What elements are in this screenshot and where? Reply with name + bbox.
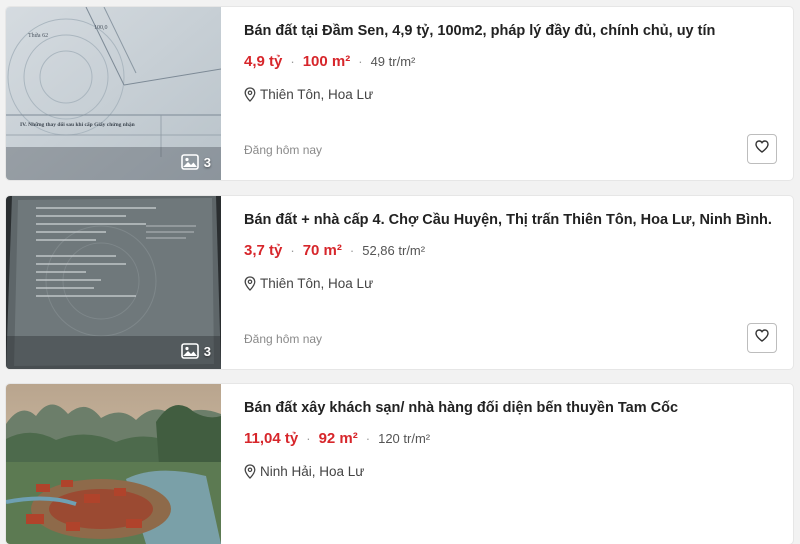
- listing-card[interactable]: 3 Bán đất + nhà cấp 4. Chợ Cầu Huyện, Th…: [6, 196, 793, 369]
- photo-count-value: 3: [203, 343, 211, 359]
- location-text: Thiên Tôn, Hoa Lư: [260, 276, 374, 291]
- listing-price-per-m2: 52,86 tr/m²: [362, 243, 426, 258]
- location-pin-icon: [244, 464, 256, 479]
- listing-thumbnail[interactable]: 3: [6, 196, 221, 369]
- svg-text:IV. Những thay đổi sau khi cấp: IV. Những thay đổi sau khi cấp Giấy chứn…: [20, 121, 135, 128]
- listing-thumbnail[interactable]: Thửa 62 100,0 IV. Những thay đổi sau khi…: [6, 7, 221, 180]
- image-icon: [180, 343, 199, 359]
- posted-time: Đăng hôm nay: [244, 332, 323, 346]
- separator-dot: ·: [358, 54, 363, 69]
- listing-card[interactable]: Bán đất xây khách sạn/ nhà hàng đối diện…: [6, 384, 793, 544]
- heart-icon: [755, 329, 769, 347]
- location-text: Ninh Hải, Hoa Lư: [260, 464, 365, 479]
- listing-card[interactable]: Thửa 62 100,0 IV. Những thay đổi sau khi…: [6, 7, 793, 180]
- listing-price: 3,7 tỷ: [244, 242, 283, 259]
- photo-count-value: 3: [203, 154, 211, 170]
- price-row: 3,7 tỷ · 70 m² · 52,86 tr/m²: [244, 242, 425, 259]
- listing-title[interactable]: Bán đất xây khách sạn/ nhà hàng đối diện…: [244, 400, 678, 416]
- svg-text:100,0: 100,0: [94, 25, 108, 31]
- location-pin-icon: [244, 87, 256, 102]
- separator-dot: ·: [349, 243, 355, 258]
- save-listing-button[interactable]: [747, 323, 777, 353]
- posted-time: Đăng hôm nay: [244, 143, 323, 157]
- location-text: Thiên Tôn, Hoa Lư: [260, 87, 374, 102]
- separator-dot: ·: [290, 243, 295, 258]
- save-listing-button[interactable]: [747, 134, 777, 164]
- listing-area: 70 m²: [302, 242, 342, 259]
- location-pin-icon: [244, 276, 256, 291]
- listing-title[interactable]: Bán đất tại Đầm Sen, 4,9 tỷ, 100m2, pháp…: [244, 23, 715, 39]
- listing-price: 4,9 tỷ: [244, 53, 283, 70]
- price-row: 11,04 tỷ · 92 m² · 120 tr/m²: [244, 430, 430, 447]
- image-icon: [180, 154, 199, 170]
- tam-coc-landscape-image: [6, 384, 221, 544]
- listing-area: 92 m²: [318, 430, 358, 447]
- listing-thumbnail[interactable]: [6, 384, 221, 544]
- listing-price-per-m2: 120 tr/m²: [378, 431, 431, 446]
- separator-dot: ·: [365, 431, 371, 446]
- svg-text:Thửa 62: Thửa 62: [28, 33, 48, 39]
- listing-price-per-m2: 49 tr/m²: [370, 54, 416, 69]
- photo-count: 3: [180, 343, 211, 359]
- price-row: 4,9 tỷ · 100 m² · 49 tr/m²: [244, 53, 415, 70]
- heart-icon: [755, 140, 769, 158]
- listing-price: 11,04 tỷ: [244, 430, 299, 447]
- separator-dot: ·: [290, 54, 295, 69]
- listing-location: Ninh Hải, Hoa Lư: [244, 464, 364, 479]
- separator-dot: ·: [306, 431, 311, 446]
- listing-area: 100 m²: [302, 53, 351, 70]
- listing-location: Thiên Tôn, Hoa Lư: [244, 87, 373, 102]
- photo-count: 3: [180, 154, 211, 170]
- listing-location: Thiên Tôn, Hoa Lư: [244, 276, 373, 291]
- listing-title[interactable]: Bán đất + nhà cấp 4. Chợ Cầu Huyện, Thị …: [244, 212, 772, 228]
